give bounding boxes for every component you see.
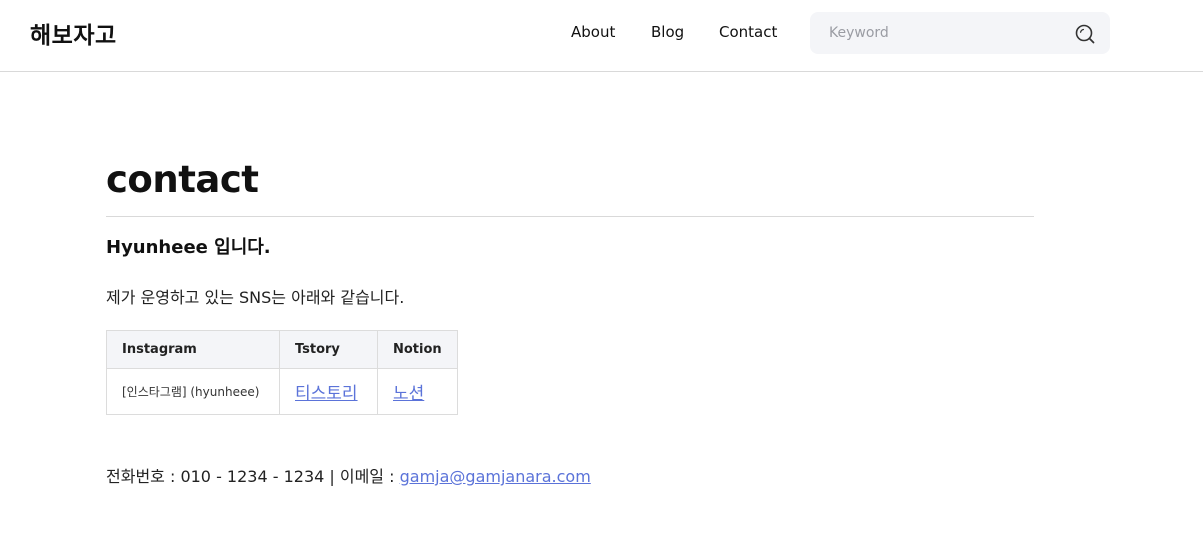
contact-info: 전화번호 : 010 - 1234 - 1234 | 이메일 : gamja@g… bbox=[106, 463, 591, 487]
email-link[interactable]: gamja@gamjanara.com bbox=[400, 467, 591, 486]
instagram-cell: [인스타그램] (hyunheee) bbox=[106, 368, 280, 415]
title-divider bbox=[106, 216, 1034, 217]
table-header-notion: Notion bbox=[377, 330, 458, 369]
tstory-link[interactable]: 티스토리 bbox=[295, 384, 358, 404]
search-input[interactable] bbox=[810, 12, 1065, 54]
notion-cell: 노션 bbox=[377, 368, 458, 415]
nav-link-contact[interactable]: Contact bbox=[719, 23, 777, 41]
intro-text: 제가 운영하고 있는 SNS는 아래와 같습니다. bbox=[106, 288, 405, 307]
page-subtitle: Hyunheee 입니다. bbox=[106, 237, 271, 258]
table-row: [인스타그램] (hyunheee) 티스토리 노션 bbox=[106, 368, 458, 415]
sns-table: Instagram Tstory Notion [인스타그램] (hyunhee… bbox=[106, 330, 458, 415]
tstory-cell: 티스토리 bbox=[279, 368, 378, 415]
page-title: contact bbox=[106, 158, 259, 201]
search-button[interactable] bbox=[1074, 23, 1096, 45]
table-header-instagram: Instagram bbox=[106, 330, 280, 369]
search-icon bbox=[1075, 24, 1095, 44]
table-header-tstory: Tstory bbox=[279, 330, 378, 369]
table-header-row: Instagram Tstory Notion bbox=[106, 330, 458, 369]
nav-link-blog[interactable]: Blog bbox=[651, 23, 684, 41]
nav-link-about[interactable]: About bbox=[571, 23, 615, 41]
contact-text: 전화번호 : 010 - 1234 - 1234 | 이메일 : bbox=[106, 467, 400, 486]
site-header: 해보자고 About Blog Contact bbox=[0, 0, 1203, 72]
search-box bbox=[810, 12, 1110, 54]
site-logo[interactable]: 해보자고 bbox=[30, 16, 117, 50]
notion-link[interactable]: 노션 bbox=[393, 384, 424, 404]
